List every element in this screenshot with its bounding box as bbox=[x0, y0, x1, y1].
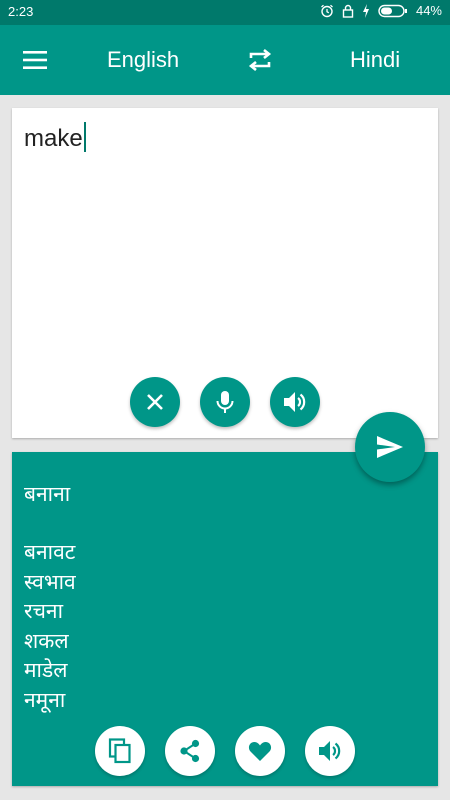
list-item: बनावट bbox=[24, 540, 76, 564]
charging-icon bbox=[362, 3, 369, 18]
list-item: शकल bbox=[24, 628, 69, 653]
close-icon bbox=[147, 394, 163, 410]
share-icon bbox=[180, 739, 200, 763]
battery-icon bbox=[378, 4, 407, 17]
input-field[interactable]: make bbox=[24, 122, 86, 153]
speak-input-button[interactable] bbox=[270, 377, 320, 427]
list-item: माडेल bbox=[24, 658, 68, 682]
app-bar: English Hindi bbox=[0, 25, 450, 95]
speaker-icon bbox=[284, 392, 306, 412]
favorite-button[interactable] bbox=[235, 726, 285, 776]
list-item: स्वभाव bbox=[24, 569, 76, 594]
status-icons: 44% bbox=[320, 3, 442, 18]
speak-output-button[interactable] bbox=[305, 726, 355, 776]
text-caret bbox=[83, 122, 86, 152]
input-card: make bbox=[12, 108, 438, 438]
input-text: make bbox=[24, 125, 83, 152]
heart-icon bbox=[248, 742, 272, 761]
primary-translation: बनाना bbox=[24, 482, 71, 506]
alternative-translations: बनावट स्वभाव रचना शकल माडेल नमूना bbox=[24, 538, 76, 715]
copy-button[interactable] bbox=[95, 726, 145, 776]
copy-icon bbox=[108, 738, 131, 764]
clear-button[interactable] bbox=[130, 377, 180, 427]
microphone-button[interactable] bbox=[200, 377, 250, 427]
status-bar: 2:23 44% bbox=[0, 0, 450, 25]
output-card: बनाना बनावट स्वभाव रचना शकल माडेल नमूना bbox=[12, 452, 438, 786]
status-time: 2:23 bbox=[8, 4, 34, 19]
swap-icon[interactable] bbox=[246, 47, 274, 73]
list-item: रचना bbox=[24, 599, 64, 623]
microphone-icon bbox=[216, 391, 234, 413]
hamburger-icon[interactable] bbox=[22, 48, 48, 72]
lock-icon bbox=[342, 4, 354, 18]
translate-button[interactable] bbox=[355, 412, 425, 482]
speaker-icon bbox=[319, 741, 341, 761]
list-item: नमूना bbox=[24, 687, 66, 712]
alarm-icon bbox=[321, 4, 333, 17]
battery-percent: 44% bbox=[415, 3, 442, 18]
target-language-button[interactable]: Hindi bbox=[350, 47, 400, 73]
share-button[interactable] bbox=[165, 726, 215, 776]
send-icon bbox=[377, 436, 403, 458]
source-language-button[interactable]: English bbox=[107, 47, 179, 73]
